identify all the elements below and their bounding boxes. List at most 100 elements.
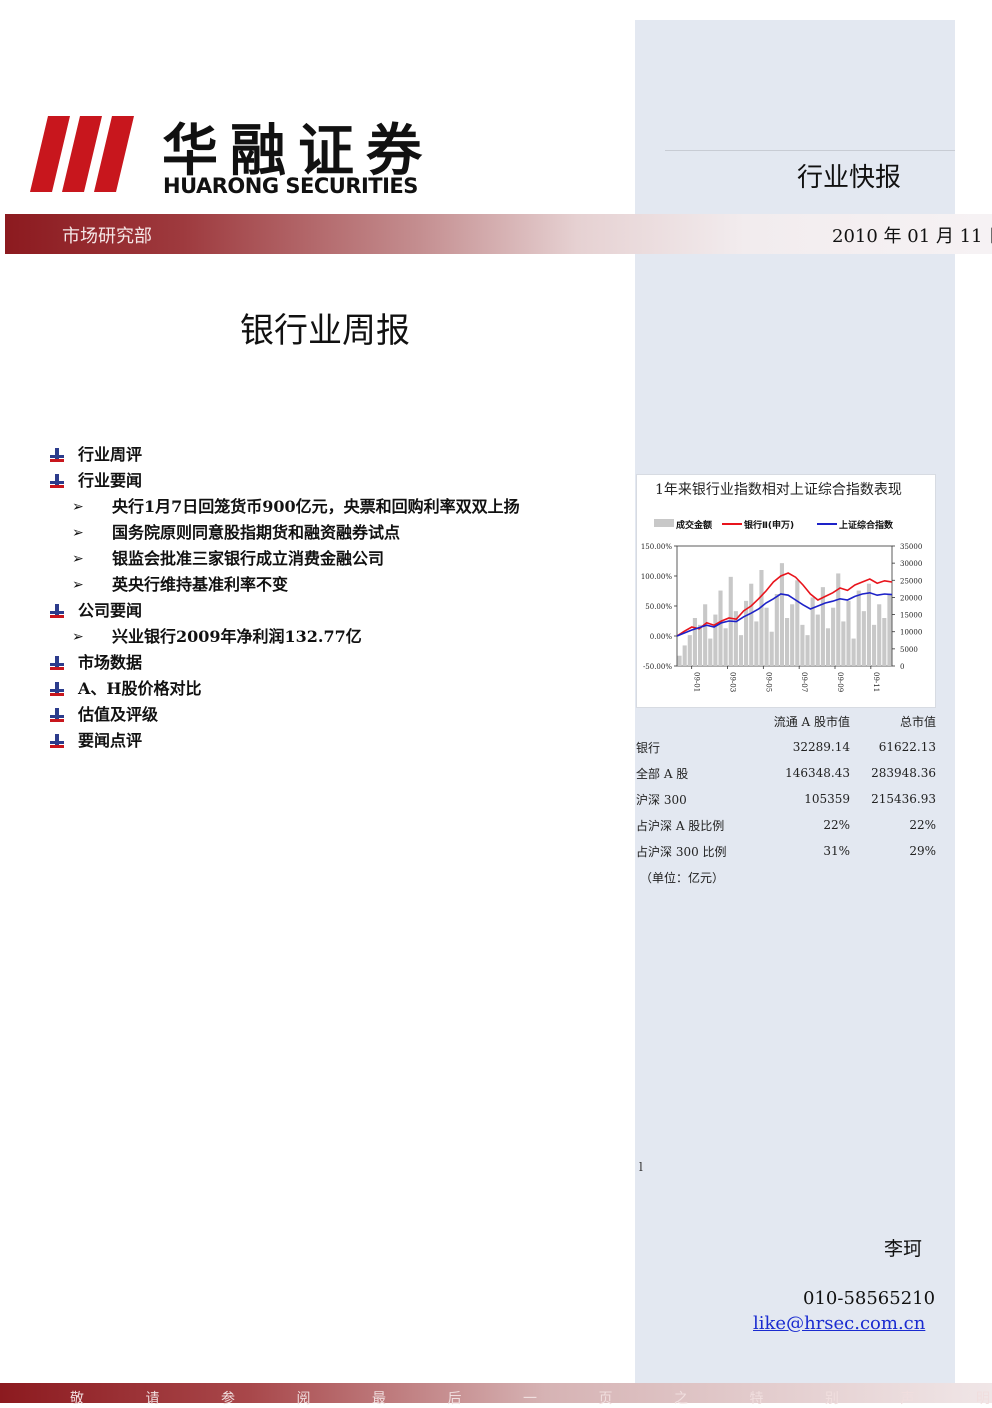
x-tick-label: 09-07: [800, 672, 808, 692]
y-left-tick-label: 100.00%: [641, 573, 672, 581]
volume-bar: [677, 655, 682, 666]
volume-bar: [815, 614, 820, 666]
x-tick-label: 09-01: [693, 672, 701, 692]
outline-subitem: ➢ 银监会批准三家银行成立消费金融公司: [48, 546, 520, 572]
value-cell: 105359: [804, 792, 850, 806]
value-cell: 61622.13: [878, 740, 936, 754]
volume-bar: [723, 628, 728, 666]
value-cell: 32289.14: [792, 740, 850, 754]
outline-text: 行业要闻: [78, 471, 143, 490]
volume-bar: [785, 618, 790, 666]
legend-label: 银行Ⅱ(申万): [744, 519, 794, 531]
department-label: 市场研究部: [62, 226, 152, 247]
row-label-cell: 占沪深 300 比例: [636, 844, 727, 859]
volume-bar: [774, 594, 779, 666]
y-right-tick-label: 10000: [900, 629, 922, 637]
volume-bar: [718, 590, 723, 666]
section-bullet-icon: [50, 734, 64, 748]
market-cap-table: 流通 A 股市值 总市值 银行 32289.14 61622.13 全部 A 股 14634…: [636, 708, 936, 864]
value-cell: 22%: [823, 818, 850, 832]
footer-char: 之: [674, 1391, 688, 1407]
volume-bar: [800, 624, 805, 666]
analyst-email-link[interactable]: like@hrsec.com.cn: [753, 1313, 925, 1334]
chart-title: 1年来银行业指数相对上证综合指数表现: [655, 482, 902, 498]
volume-bar: [825, 628, 831, 666]
volume-bar: [841, 621, 846, 666]
footer-char: 一: [523, 1391, 537, 1407]
footer-char: 声: [900, 1391, 915, 1407]
section-bullet-icon: [50, 682, 64, 696]
outline-section: A、H股价格对比: [48, 676, 520, 702]
y-left-tick-label: 150.00%: [641, 543, 672, 551]
outline-section: 公司要闻: [48, 598, 520, 624]
volume-bar: [877, 604, 882, 666]
value-cell: 22%: [909, 818, 936, 832]
volume-bar: [754, 621, 759, 666]
volume-bar: [866, 583, 872, 666]
section-bullet-icon: [50, 708, 64, 722]
x-tick-label: 09-11: [872, 672, 880, 692]
y-left-tick-label: -50.00%: [643, 663, 672, 671]
outline-text: 英央行维持基准利率不变: [112, 575, 289, 594]
outline-section: 市场数据: [48, 650, 520, 676]
volume-bar: [831, 607, 836, 666]
subitem-arrow-icon: ➢: [72, 629, 84, 645]
logo-english-name: HUARONG SECURITIES: [163, 174, 418, 198]
volume-bar: [764, 607, 769, 666]
volume-bar: [692, 618, 697, 666]
y-right-tick-label: 35000: [900, 543, 922, 551]
table-row: 银行 32289.14 61622.13: [636, 734, 936, 760]
volume-bar: [882, 618, 887, 666]
performance-chart: 成交金额 银行Ⅱ(申万) 上证综合指数 150.00% 100.00% 50.00% 0.0…: [641, 519, 922, 692]
table-header-row: 流通 A 股市值 总市值: [636, 708, 936, 734]
logo-stripes-icon: [30, 116, 134, 192]
footer-char: 最: [372, 1391, 386, 1407]
outline-text: A、H股价格对比: [78, 679, 202, 698]
report-type-divider: [665, 150, 955, 151]
subitem-arrow-icon: ➢: [72, 551, 84, 567]
footer-char: 参: [221, 1391, 235, 1407]
outline-section: 估值及评级: [48, 702, 520, 728]
legend-label: 上证综合指数: [839, 519, 894, 531]
footer-char: 明: [976, 1391, 990, 1407]
volume-bar: [697, 624, 703, 666]
table-of-contents: 行业周评行业要闻 ➢ 央行1月7日回笼货币900亿元，央票和回购利率双双上扬 ➢ 国务院…: [48, 442, 520, 754]
y-right-tick-label: 5000: [900, 646, 918, 654]
outline-text: 央行1月7日回笼货币900亿元，央票和回购利率双双上扬: [112, 497, 520, 516]
outline-text: 公司要闻: [78, 601, 143, 620]
outline-subitem: ➢ 央行1月7日回笼货币900亿元，央票和回购利率双双上扬: [48, 494, 520, 520]
y-right-tick-label: 25000: [900, 577, 922, 585]
analyst-phone: 010-58565210: [803, 1288, 936, 1309]
outline-subitem: ➢ 兴业银行2009年净利润132.77亿: [48, 624, 520, 650]
table-row: 全部 A 股 146348.43 283948.36: [636, 760, 936, 786]
footer-char: 别: [825, 1391, 839, 1407]
x-tick-label: 09-03: [729, 672, 737, 692]
table-header-cell: 流通 A 股市值: [773, 714, 850, 729]
outline-section: 行业周评: [48, 442, 520, 468]
subitem-arrow-icon: ➢: [72, 525, 84, 541]
value-cell: 283948.36: [871, 766, 936, 780]
stray-character: l: [639, 1160, 643, 1174]
y-right-tick-label: 20000: [900, 594, 922, 602]
volume-bar: [872, 624, 877, 666]
volume-bar: [887, 594, 892, 666]
section-bullet-icon: [50, 474, 64, 488]
value-cell: 31%: [823, 844, 850, 858]
y-right-tick-label: 30000: [900, 560, 922, 568]
volume-bar: [682, 645, 687, 666]
volume-bar: [759, 570, 764, 666]
footer-char: 页: [598, 1391, 613, 1407]
outline-text: 兴业银行2009年净利润132.77亿: [112, 627, 362, 646]
y-right-tick-label: 0: [900, 663, 904, 671]
value-cell: 29%: [909, 844, 936, 858]
company-logo: 华融证券 HUARONG SECURITIES: [30, 108, 450, 200]
subitem-arrow-icon: ➢: [72, 499, 84, 515]
outline-subitem: ➢ 国务院原则同意股指期货和融资融券试点: [48, 520, 520, 546]
volume-bar: [805, 635, 810, 666]
outline-section: 要闻点评: [48, 728, 520, 754]
volume-bar: [769, 631, 774, 666]
volume-bar: [846, 600, 851, 666]
report-type: 行业快报: [797, 163, 902, 193]
footer-char: 敬: [70, 1391, 84, 1407]
outline-text: 行业周评: [78, 445, 143, 464]
